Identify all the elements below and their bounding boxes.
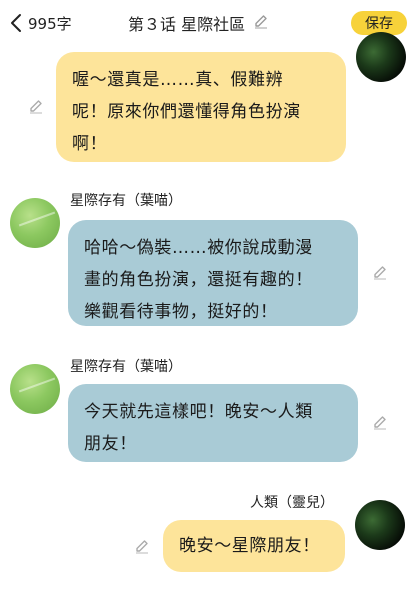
message-bubble[interactable]: 晚安～星際朋友！	[163, 520, 345, 572]
message-line: 啊！	[72, 134, 108, 154]
alien-avatar[interactable]	[10, 198, 60, 248]
message-line: 朋友！	[84, 434, 137, 454]
char-count: 995字	[28, 14, 72, 33]
edit-message-icon[interactable]	[372, 264, 388, 284]
message-line: 樂觀看待事物，挺好的！	[84, 302, 278, 322]
edit-message-icon[interactable]	[134, 538, 150, 558]
edit-message-icon[interactable]	[372, 414, 388, 434]
page-title: 第３话 星際社區	[128, 15, 246, 34]
chapter-title-area[interactable]: 第３话 星際社區	[128, 12, 269, 34]
speaker-name: 星際存有（葉喵）	[70, 193, 182, 209]
message-line: 哈哈～偽裝……被你說成動漫	[84, 238, 313, 258]
message-bubble[interactable]: 哈哈～偽裝……被你說成動漫 畫的角色扮演，還挺有趣的！ 樂觀看待事物，挺好的！	[68, 220, 358, 326]
human-avatar[interactable]	[355, 500, 405, 550]
speaker-name: 人類（靈兒）	[250, 495, 334, 511]
message-line: 畫的角色扮演，還挺有趣的！	[84, 270, 313, 290]
top-bar: 995字 第３话 星際社區 保存	[0, 0, 415, 46]
human-avatar[interactable]	[356, 32, 406, 82]
message-line: 晚安～星際朋友！	[179, 536, 320, 556]
chevron-left-icon	[10, 13, 22, 33]
edit-title-icon[interactable]	[253, 13, 269, 33]
back-button[interactable]: 995字	[10, 11, 72, 35]
message-line: 喔～還真是……真、假難辨	[72, 70, 284, 90]
message-bubble[interactable]: 喔～還真是……真、假難辨 呢！原來你們還懂得角色扮演 啊！	[56, 52, 346, 162]
edit-message-icon[interactable]	[28, 98, 44, 118]
speaker-name: 星際存有（葉喵）	[70, 359, 182, 375]
message-line: 呢！原來你們還懂得角色扮演	[72, 102, 301, 122]
message-line: 今天就先這樣吧！晚安～人類	[84, 402, 313, 422]
alien-avatar[interactable]	[10, 364, 60, 414]
message-bubble[interactable]: 今天就先這樣吧！晚安～人類 朋友！	[68, 384, 358, 462]
